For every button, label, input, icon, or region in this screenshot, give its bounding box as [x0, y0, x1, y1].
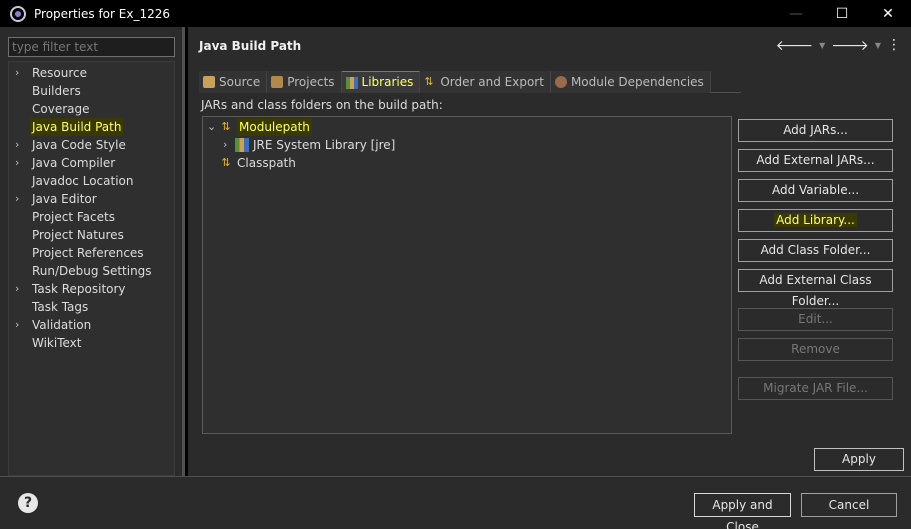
tree-node-modulepath[interactable]: ⌄ ⇅ Modulepath — [207, 118, 312, 136]
tree-node-classpath[interactable]: ⇅ Classpath — [219, 154, 295, 172]
view-menu-icon[interactable]: ⋮ — [887, 37, 901, 54]
tree-node-jre-system-library[interactable]: › JRE System Library [jre] — [223, 136, 395, 154]
close-button[interactable]: ✕ — [865, 0, 911, 27]
sidebar-item-task-repository[interactable]: › Task Repository — [9, 280, 169, 298]
sidebar-item-javadoc-location[interactable]: Javadoc Location — [9, 172, 169, 190]
order-export-icon: ⇅ — [424, 75, 434, 88]
tab-libraries[interactable]: Libraries — [341, 71, 421, 93]
sidebar-item-java-code-style[interactable]: › Java Code Style — [9, 136, 169, 154]
apply-button[interactable]: Apply — [814, 448, 904, 471]
sidebar-item-coverage[interactable]: Coverage — [9, 100, 169, 118]
source-folder-icon — [203, 76, 215, 88]
sidebar-item-resource[interactable]: › Resource — [9, 64, 169, 82]
tab-bar: Source Projects Libraries ⇅ Order and Ex… — [199, 71, 741, 93]
build-path-caption: JARs and class folders on the build path… — [201, 98, 443, 112]
sidebar-item-project-references[interactable]: Project References — [9, 244, 169, 262]
apply-and-close-button[interactable]: Apply and Close — [694, 493, 791, 529]
libraries-icon — [345, 76, 358, 89]
chevron-down-icon[interactable]: ⌄ — [207, 118, 219, 136]
chevron-right-icon[interactable]: › — [15, 190, 19, 208]
sidebar-item-wikitext[interactable]: WikiText — [9, 334, 169, 352]
sidebar-item-task-tags[interactable]: Task Tags — [9, 298, 169, 316]
sidebar-item-project-facets[interactable]: Project Facets — [9, 208, 169, 226]
tab-order-and-export[interactable]: ⇅ Order and Export — [420, 71, 551, 93]
chevron-right-icon[interactable]: › — [15, 136, 19, 154]
remove-button[interactable]: Remove — [738, 338, 893, 361]
edit-button[interactable]: Edit... — [738, 308, 893, 331]
title-bar: Properties for Ex_1226 — ☐ ✕ — [0, 0, 911, 27]
sidebar-item-java-build-path[interactable]: Java Build Path — [9, 118, 169, 136]
sidebar-tree: › Resource Builders Coverage Java Build P… — [8, 61, 175, 476]
add-external-class-folder-button[interactable]: Add External Class Folder... — [738, 269, 893, 308]
migrate-jar-button[interactable]: Migrate JAR File... — [738, 377, 893, 400]
projects-folder-icon — [271, 76, 284, 88]
dialog-footer: ? Apply and Close Cancel — [0, 476, 911, 529]
chevron-right-icon[interactable]: › — [223, 136, 235, 154]
minimize-button[interactable]: — — [773, 0, 819, 27]
back-arrow-icon[interactable]: 🡐 — [776, 37, 814, 54]
eclipse-app-icon — [10, 5, 26, 22]
tab-source[interactable]: Source — [199, 71, 268, 93]
add-jars-button[interactable]: Add JARs... — [738, 119, 893, 142]
help-icon[interactable]: ? — [18, 493, 38, 513]
back-dropdown-icon[interactable]: ▼ — [819, 41, 825, 54]
sidebar-item-java-compiler[interactable]: › Java Compiler — [9, 154, 169, 172]
tab-module-dependencies[interactable]: Module Dependencies — [550, 71, 711, 93]
main-panel: Java Build Path 🡐 ▼ 🡒 ▼ ⋮ Source Project… — [188, 27, 911, 476]
window-title: Properties for Ex_1226 — [34, 6, 170, 21]
maximize-button[interactable]: ☐ — [819, 0, 865, 27]
module-icon — [554, 76, 567, 88]
add-library-label: Add Library... — [774, 213, 857, 227]
history-nav: 🡐 ▼ 🡒 ▼ ⋮ — [776, 37, 901, 54]
library-tree[interactable]: ⌄ ⇅ Modulepath › JRE System Library [jre… — [202, 116, 732, 434]
forward-dropdown-icon[interactable]: ▼ — [875, 41, 881, 54]
add-library-button[interactable]: Add Library... — [738, 209, 893, 232]
sidebar: type filter text › Resource Builders Cove… — [0, 27, 185, 476]
modulepath-icon: ⇅ — [221, 120, 231, 133]
sidebar-item-builders[interactable]: Builders — [9, 82, 169, 100]
chevron-right-icon[interactable]: › — [15, 280, 19, 298]
classpath-icon: ⇅ — [221, 156, 231, 169]
tab-projects[interactable]: Projects — [267, 71, 342, 93]
filter-input[interactable]: type filter text — [8, 37, 175, 57]
forward-arrow-icon[interactable]: 🡒 — [831, 37, 869, 54]
chevron-right-icon[interactable]: › — [15, 316, 19, 334]
window-controls: — ☐ ✕ — [773, 0, 911, 27]
chevron-right-icon[interactable]: › — [15, 154, 19, 172]
add-variable-button[interactable]: Add Variable... — [738, 179, 893, 202]
chevron-right-icon[interactable]: › — [15, 64, 19, 82]
sidebar-item-project-natures[interactable]: Project Natures — [9, 226, 169, 244]
sidebar-item-run-debug-settings[interactable]: Run/Debug Settings — [9, 262, 169, 280]
sidebar-item-java-editor[interactable]: › Java Editor — [9, 190, 169, 208]
library-icon — [235, 138, 249, 152]
sidebar-item-validation[interactable]: › Validation — [9, 316, 169, 334]
cancel-button[interactable]: Cancel — [801, 493, 897, 517]
add-external-jars-button[interactable]: Add External JARs... — [738, 149, 893, 172]
add-class-folder-button[interactable]: Add Class Folder... — [738, 239, 893, 262]
page-header: Java Build Path 🡐 ▼ 🡒 ▼ ⋮ — [188, 27, 911, 64]
page-title: Java Build Path — [199, 39, 302, 53]
